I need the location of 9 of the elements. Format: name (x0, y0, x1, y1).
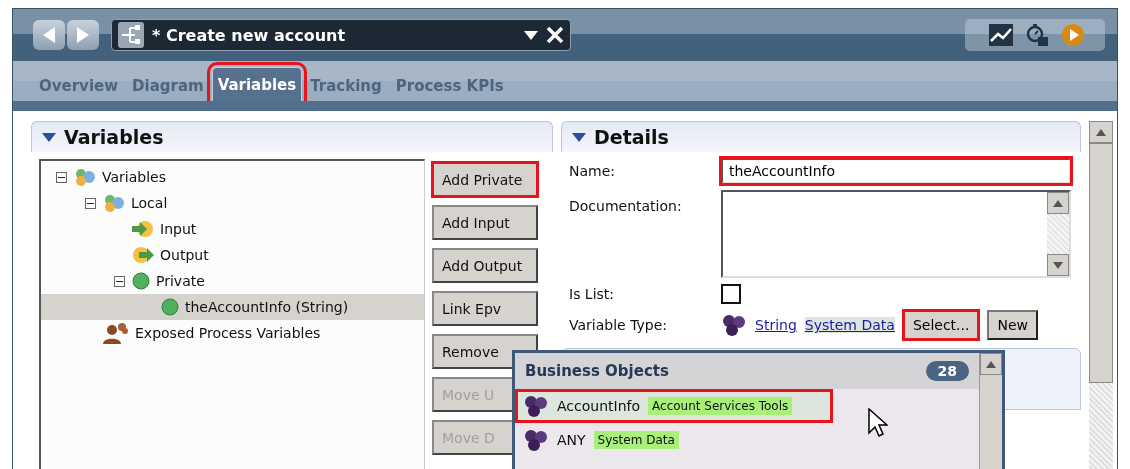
field-label: Is List: (569, 286, 616, 302)
count-badge: 28 (925, 361, 969, 381)
panel-title: Details (594, 126, 669, 148)
field-label: Variable Type: (569, 317, 668, 333)
field-label: Name: (569, 163, 617, 179)
source-tag: System Data (593, 431, 679, 449)
panel-title: Variables (64, 126, 164, 148)
source-tag: Account Services Tools (648, 397, 793, 415)
field-label: Documentation: (569, 197, 683, 214)
